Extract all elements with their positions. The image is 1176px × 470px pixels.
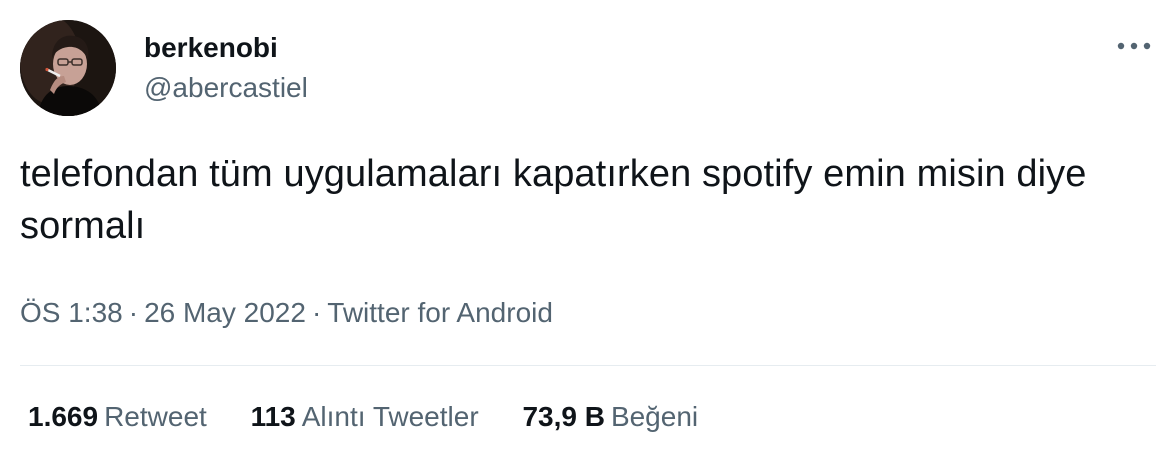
tweet-source[interactable]: Twitter for Android	[327, 297, 553, 328]
tweet-date[interactable]: 26 May 2022	[144, 297, 306, 328]
more-options-button[interactable]	[1112, 32, 1156, 60]
meta-separator: ·	[128, 297, 139, 328]
quote-count-label: Alıntı Tweetler	[301, 401, 479, 432]
tweet-text: telefondan tüm uygulamaları kapatırken s…	[20, 153, 1087, 247]
divider	[20, 365, 1156, 366]
quote-tweet-count[interactable]: 113 Alıntı Tweetler	[251, 400, 479, 434]
retweet-count-value: 1.669	[28, 401, 99, 432]
tweet-time[interactable]: ÖS 1:38	[20, 297, 123, 328]
like-count-value: 73,9 B	[522, 401, 605, 432]
like-count[interactable]: 73,9 B Beğeni	[522, 400, 698, 434]
user-handle[interactable]: @abercastiel	[144, 72, 308, 104]
ellipsis-icon	[1117, 42, 1151, 50]
tweet-stats: 1.669 Retweet 113 Alıntı Tweetler 73,9 B Be…	[28, 400, 698, 434]
avatar-photo-icon	[20, 20, 116, 116]
quote-count-value: 113	[250, 401, 296, 432]
meta-separator: ·	[311, 297, 322, 328]
tweet-header: berkenobi @abercastiel	[20, 20, 1156, 118]
tweet-meta: ÖS 1:38 · 26 May 2022 · Twitter for Android	[20, 296, 553, 330]
tweet-card: berkenobi @abercastiel telefondan tüm uy…	[0, 0, 1176, 470]
retweet-count[interactable]: 1.669 Retweet	[28, 400, 207, 434]
retweet-count-label: Retweet	[104, 401, 207, 432]
author-names: berkenobi @abercastiel	[144, 32, 308, 104]
display-name[interactable]: berkenobi	[144, 32, 308, 64]
avatar[interactable]	[20, 20, 116, 116]
like-count-label: Beğeni	[610, 401, 699, 432]
